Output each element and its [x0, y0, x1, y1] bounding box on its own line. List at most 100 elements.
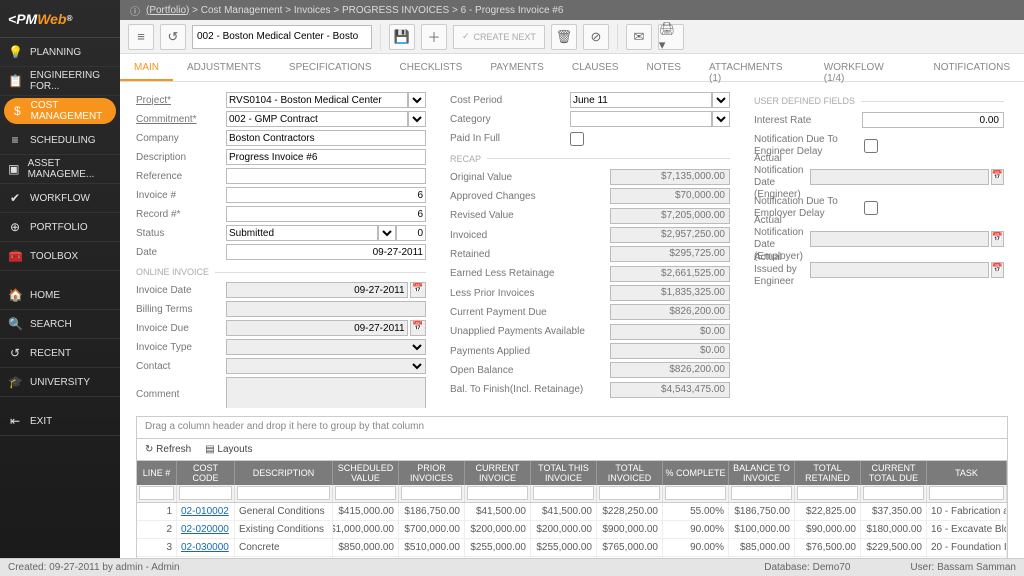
sidebar-item-university[interactable]: 🎓UNIVERSITY: [0, 368, 120, 397]
paid-in-full-checkbox[interactable]: [570, 132, 584, 146]
info-icon[interactable]: ⓘ: [130, 3, 140, 18]
sidebar-item-planning[interactable]: 💡PLANNING: [0, 38, 120, 67]
calendar-icon[interactable]: 📅: [991, 169, 1004, 185]
calendar-icon[interactable]: 📅: [991, 231, 1004, 247]
grid-header[interactable]: TASK: [927, 461, 1007, 485]
table-row[interactable]: 2 02-020000 Existing Conditions $1,000,0…: [137, 521, 1007, 539]
table-row[interactable]: 3 02-030000 Concrete $850,000.00 $510,00…: [137, 539, 1007, 557]
grid-header[interactable]: CURRENT TOTAL DUE: [861, 461, 927, 485]
tab-attachments-[interactable]: ATTACHMENTS (1): [695, 54, 810, 81]
category-field[interactable]: [570, 111, 712, 127]
reference-field[interactable]: [226, 168, 426, 184]
record-no-field[interactable]: [226, 206, 426, 222]
sidebar-icon: 🎓: [8, 375, 22, 389]
sidebar-item-exit[interactable]: ⇤EXIT: [0, 407, 120, 436]
date-field[interactable]: [226, 244, 426, 260]
invoice-due-field[interactable]: [226, 320, 408, 336]
tab-payments[interactable]: PAYMENTS: [476, 54, 558, 81]
sidebar-item-cost-management[interactable]: $COST MANAGEMENT: [4, 98, 116, 124]
grid-filter-input[interactable]: [467, 486, 528, 500]
sidebar-item-recent[interactable]: ↺RECENT: [0, 339, 120, 368]
commitment-field[interactable]: [226, 111, 408, 127]
table-row[interactable]: 1 02-010002 General Conditions $415,000.…: [137, 503, 1007, 521]
grid-header[interactable]: PRIOR INVOICES: [399, 461, 465, 485]
grid-header[interactable]: LINE #: [137, 461, 177, 485]
create-next-button[interactable]: ✓ CREATE NEXT: [453, 25, 545, 49]
tab-main[interactable]: MAIN: [120, 54, 173, 81]
sidebar-item-workflow[interactable]: ✔WORKFLOW: [0, 184, 120, 213]
sidebar-item-asset-manageme-[interactable]: ▣ASSET MANAGEME...: [0, 155, 120, 184]
list-icon[interactable]: ≡: [128, 24, 154, 50]
company-field[interactable]: [226, 130, 426, 146]
actual-issued-field[interactable]: [810, 262, 989, 278]
notif-emp-delay-checkbox[interactable]: [864, 201, 878, 215]
tab-specifications[interactable]: SPECIFICATIONS: [275, 54, 386, 81]
grid-header[interactable]: TOTAL THIS INVOICE: [531, 461, 597, 485]
grid-filter-input[interactable]: [731, 486, 792, 500]
sidebar-icon: 🏠: [8, 288, 22, 302]
cancel-icon[interactable]: ⊘: [583, 24, 609, 50]
grid-filter-input[interactable]: [237, 486, 330, 500]
save-icon[interactable]: 💾: [389, 24, 415, 50]
grid-filter-input[interactable]: [929, 486, 1004, 500]
grid-header[interactable]: TOTAL RETAINED: [795, 461, 861, 485]
sidebar-item-toolbox[interactable]: 🧰TOOLBOX: [0, 242, 120, 271]
actual-notif-eng-field[interactable]: [810, 169, 989, 185]
contact-field[interactable]: [226, 358, 426, 374]
billing-terms-field[interactable]: [226, 301, 426, 317]
grid-header[interactable]: CURRENT INVOICE: [465, 461, 531, 485]
tab-workflow-[interactable]: WORKFLOW (1/4): [810, 54, 920, 81]
grid-header[interactable]: TOTAL INVOICED: [597, 461, 663, 485]
delete-icon[interactable]: 🗑: [551, 24, 577, 50]
grid-filter-input[interactable]: [863, 486, 924, 500]
sidebar-item-engineering-for-[interactable]: 📋ENGINEERING FOR...: [0, 67, 120, 96]
grid-filter-input[interactable]: [401, 486, 462, 500]
sidebar-item-label: RECENT: [30, 348, 71, 359]
sidebar-icon: 🔍: [8, 317, 22, 331]
grid-filter-input[interactable]: [797, 486, 858, 500]
sidebar-item-scheduling[interactable]: ≡SCHEDULING: [0, 126, 120, 155]
grid-filter-input[interactable]: [139, 486, 174, 500]
add-icon[interactable]: ＋: [421, 24, 447, 50]
grid-header[interactable]: COST CODE: [177, 461, 235, 485]
grid-header[interactable]: % COMPLETE: [663, 461, 729, 485]
grid-header[interactable]: BALANCE TO INVOICE: [729, 461, 795, 485]
cost-period-field[interactable]: [570, 92, 712, 108]
calendar-icon[interactable]: 📅: [991, 262, 1004, 278]
description-field[interactable]: [226, 149, 426, 165]
calendar-icon[interactable]: 📅: [410, 282, 426, 298]
invoice-date-field[interactable]: [226, 282, 408, 298]
notif-eng-delay-checkbox[interactable]: [864, 139, 878, 153]
calendar-icon[interactable]: 📅: [410, 320, 426, 336]
grid-filter-input[interactable]: [665, 486, 726, 500]
print-icon[interactable]: 🖨 ▾: [658, 24, 684, 50]
layouts-button[interactable]: ▤ Layouts: [205, 444, 252, 455]
grid-filter-input[interactable]: [179, 486, 232, 500]
sidebar-item-portfolio[interactable]: ⊕PORTFOLIO: [0, 213, 120, 242]
email-icon[interactable]: ✉: [626, 24, 652, 50]
tab-notifications[interactable]: NOTIFICATIONS: [920, 54, 1024, 81]
tab-checklists[interactable]: CHECKLISTS: [386, 54, 477, 81]
status-field[interactable]: [226, 225, 378, 241]
grid-header[interactable]: DESCRIPTION: [235, 461, 333, 485]
project-selector[interactable]: [192, 25, 372, 49]
interest-rate-field[interactable]: [862, 112, 1004, 128]
grid-filter-input[interactable]: [335, 486, 396, 500]
sidebar-item-home[interactable]: 🏠HOME: [0, 281, 120, 310]
refresh-button[interactable]: ↻ Refresh: [145, 444, 191, 455]
tab-adjustments[interactable]: ADJUSTMENTS: [173, 54, 275, 81]
grid-filter-input[interactable]: [533, 486, 594, 500]
comment-field[interactable]: [226, 377, 426, 408]
sidebar-item-label: TOOLBOX: [30, 251, 78, 262]
grid-filter-input[interactable]: [599, 486, 660, 500]
project-field[interactable]: [226, 92, 408, 108]
grid-header[interactable]: SCHEDULED VALUE: [333, 461, 399, 485]
grid-group-hint[interactable]: Drag a column header and drop it here to…: [137, 417, 1007, 439]
history-icon[interactable]: ↺: [160, 24, 186, 50]
tab-clauses[interactable]: CLAUSES: [558, 54, 633, 81]
tab-notes[interactable]: NOTES: [633, 54, 695, 81]
invoice-no-field[interactable]: [226, 187, 426, 203]
actual-notif-emp-field[interactable]: [810, 231, 989, 247]
invoice-type-field[interactable]: [226, 339, 426, 355]
sidebar-item-search[interactable]: 🔍SEARCH: [0, 310, 120, 339]
